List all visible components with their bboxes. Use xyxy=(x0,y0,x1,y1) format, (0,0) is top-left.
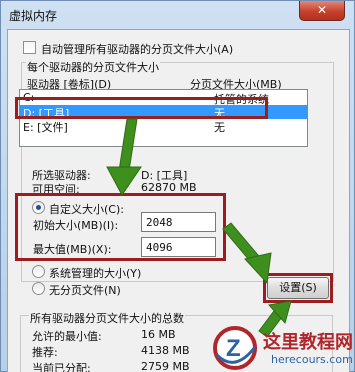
dialog-window: 虚拟内存 ✕ 自动管理所有驱动器的分页文件大小(A) 每个驱动器的分页文件大小 … xyxy=(0,0,355,372)
watermark-site-name: 这里教程网 xyxy=(263,332,353,353)
arrow-1-head xyxy=(106,166,142,196)
site-watermark: Z 这里教程网 herecours.com xyxy=(209,323,355,372)
watermark-site-url: herecours.com xyxy=(271,353,353,366)
logo-letter: Z xyxy=(226,335,241,362)
site-logo-icon: Z xyxy=(213,326,257,370)
annotation-arrows xyxy=(106,118,292,338)
arrow-1-shaft xyxy=(118,118,138,172)
